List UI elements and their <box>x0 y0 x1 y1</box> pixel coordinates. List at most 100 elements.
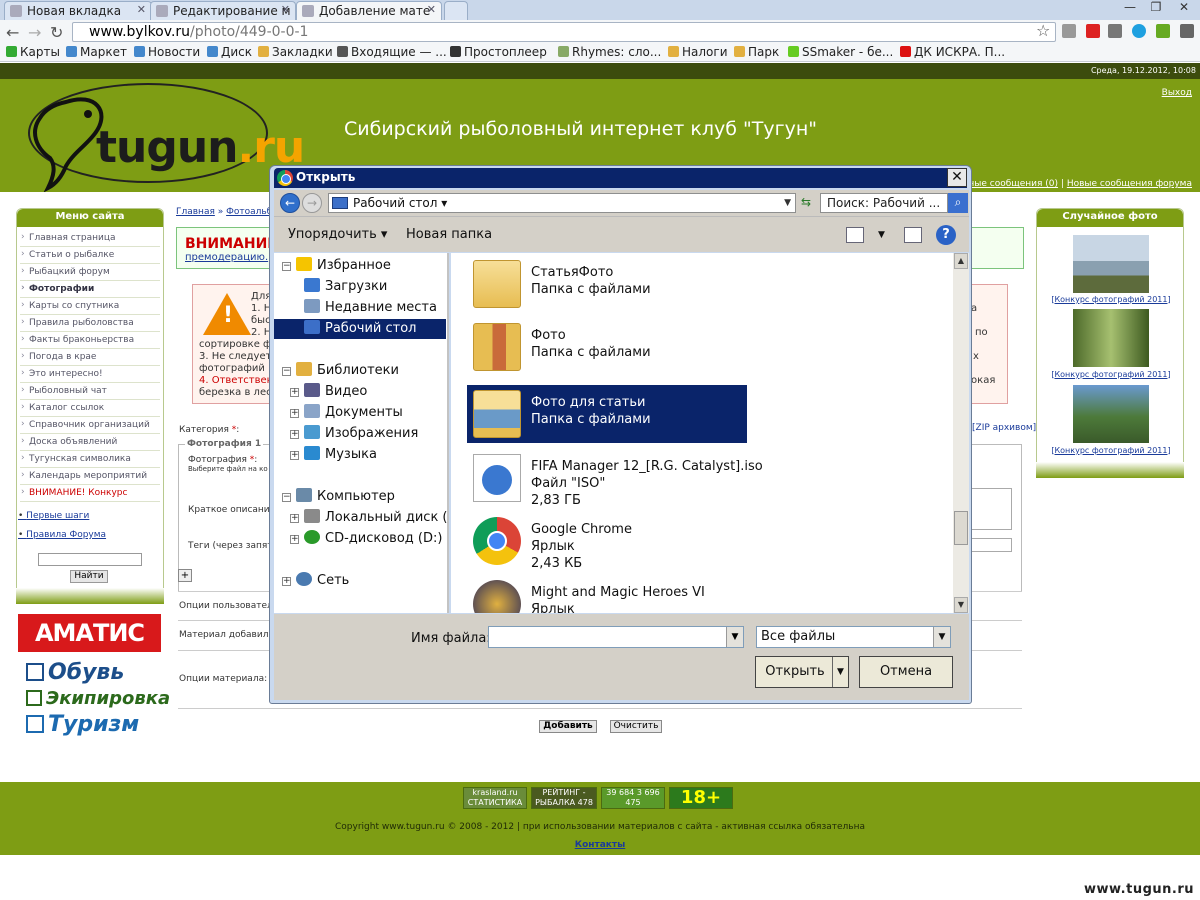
window-close-button[interactable]: ✕ <box>1170 0 1198 14</box>
expand-icon[interactable]: + <box>290 409 299 418</box>
menu-item[interactable]: Карты со спутника <box>20 298 160 315</box>
menu-item[interactable]: Погода в крае <box>20 349 160 366</box>
skype-icon[interactable] <box>1132 24 1146 38</box>
forum-rules-link[interactable]: Правила Форума <box>18 530 106 540</box>
first-steps-link[interactable]: Первые шаги <box>18 511 89 521</box>
photo-caption[interactable]: [Конкурс фотографий 2011] <box>1037 370 1185 379</box>
bookmark-folder[interactable]: Налоги <box>668 45 728 59</box>
nav-downloads[interactable]: Загрузки <box>304 277 387 297</box>
bookmark-item[interactable]: Входящие — ... <box>337 45 447 59</box>
file-item-folder[interactable]: Фото Папка с файлами <box>467 318 747 376</box>
forward-arrow-icon[interactable]: → <box>28 23 41 42</box>
menu-item[interactable]: Рыбацкий форум <box>20 264 160 281</box>
menu-item[interactable]: Справочник организаций <box>20 417 160 434</box>
menu-item[interactable]: Каталог ссылок <box>20 400 160 417</box>
chevron-down-icon[interactable]: ▼ <box>933 627 950 647</box>
nav-video[interactable]: Видео <box>304 382 367 402</box>
tab-close-icon[interactable]: ✕ <box>137 3 146 16</box>
file-item-folder[interactable]: СтатьяФото Папка с файлами <box>467 255 747 313</box>
expand-icon[interactable]: + <box>290 388 299 397</box>
nav-recent-places[interactable]: Недавние места <box>304 298 437 318</box>
extension-icon[interactable] <box>1108 24 1122 38</box>
nav-network[interactable]: Сеть <box>296 571 349 591</box>
menu-item[interactable]: Доска объявлений <box>20 434 160 451</box>
nav-cd-drive[interactable]: CD-дисковод (D:) Ме <box>304 529 447 549</box>
counter-badge[interactable]: krasland.ru СТАТИСТИКА <box>463 787 527 809</box>
add-material-button[interactable]: Добавить <box>539 720 597 733</box>
logout-link[interactable]: Выход <box>1162 88 1192 98</box>
photo-caption[interactable]: [Конкурс фотографий 2011] <box>1037 295 1185 304</box>
minimize-button[interactable]: — <box>1116 0 1144 14</box>
refresh-icon[interactable]: ⇆ <box>796 193 816 213</box>
expand-icon[interactable]: + <box>290 514 299 523</box>
menu-item[interactable]: Факты браконьерства <box>20 332 160 349</box>
maximize-button[interactable]: ❐ <box>1142 0 1170 14</box>
random-photo-1[interactable] <box>1073 235 1149 293</box>
random-photo-3[interactable] <box>1073 385 1149 443</box>
cancel-button[interactable]: Отмена <box>859 656 953 688</box>
menu-item[interactable]: Правила рыболовства <box>20 315 160 332</box>
expand-icon[interactable]: + <box>290 451 299 460</box>
menu-item[interactable]: Главная страница <box>20 230 160 247</box>
bookmark-folder[interactable]: Парк <box>734 45 779 59</box>
speaker-icon[interactable] <box>1062 24 1076 38</box>
nav-documents[interactable]: Документы <box>304 403 403 423</box>
dialog-search-input[interactable]: Поиск: Рабочий ... <box>820 193 948 213</box>
zip-link[interactable]: [ZIP архивом] <box>972 423 1036 433</box>
ad-line-shoes[interactable]: Обувь <box>26 660 124 685</box>
bookmark-item[interactable]: Маркет <box>66 45 127 59</box>
chevron-down-icon[interactable]: ▼ <box>784 194 791 212</box>
clear-button[interactable]: Очистить <box>610 720 662 733</box>
random-photo-2[interactable] <box>1073 309 1149 367</box>
nav-computer[interactable]: Компьютер <box>296 487 395 507</box>
file-item-iso[interactable]: FIFA Manager 12_[R.G. Catalyst].iso Файл… <box>467 449 763 509</box>
collapse-icon[interactable]: − <box>282 262 291 271</box>
bookmark-item[interactable]: ДК ИСКРА. П... <box>900 45 1005 59</box>
file-item-folder-selected[interactable]: Фото для статьи Папка с файлами <box>467 385 747 443</box>
back-arrow-icon[interactable]: ← <box>280 193 300 213</box>
bookmark-item[interactable]: Простоплеер <box>450 45 547 59</box>
menu-item[interactable]: Тугунская символика <box>20 451 160 468</box>
nav-libraries[interactable]: Библиотеки <box>296 361 399 381</box>
new-folder-button[interactable]: Новая папка <box>406 227 492 242</box>
open-button[interactable]: Открыть ▼ <box>755 656 849 688</box>
nav-local-disk[interactable]: Локальный диск (C:) <box>304 508 447 528</box>
menu-item[interactable]: Это интересно! <box>20 366 160 383</box>
site-search-input[interactable] <box>38 553 142 566</box>
new-tab-button[interactable] <box>444 1 468 20</box>
forward-arrow-icon[interactable]: → <box>302 193 322 213</box>
browser-tab-edit[interactable]: Редактирование м ✕ <box>150 1 296 20</box>
collapse-icon[interactable]: − <box>282 367 291 376</box>
file-item-shortcut[interactable]: Google Chrome Ярлык 2,43 КБ <box>467 512 747 572</box>
expand-icon[interactable]: + <box>290 535 299 544</box>
chevron-down-icon[interactable]: ▼ <box>878 230 885 240</box>
file-item-shortcut[interactable]: Might and Magic Heroes VI Ярлык <box>467 575 747 613</box>
download-icon[interactable] <box>1156 24 1170 38</box>
site-search-button[interactable]: Найти <box>70 570 108 583</box>
extension-icon[interactable] <box>1086 24 1100 38</box>
file-list-scrollbar[interactable]: ▲ ▼ <box>953 253 969 613</box>
new-forum-messages-link[interactable]: Новые сообщения форума <box>1067 179 1192 189</box>
nav-favorites[interactable]: Избранное <box>296 256 391 276</box>
nav-music[interactable]: Музыка <box>304 445 377 465</box>
back-arrow-icon[interactable]: ← <box>6 23 19 42</box>
scroll-down-icon[interactable]: ▼ <box>954 597 968 613</box>
photo-caption[interactable]: [Конкурс фотографий 2011] <box>1037 446 1185 455</box>
amatis-banner[interactable]: АМАТИС <box>18 614 161 652</box>
filename-input[interactable]: ▼ <box>488 626 744 648</box>
counter-badge[interactable]: РЕЙТИНГ - РЫБАЛКА 478 2057 <box>531 787 597 809</box>
url-input[interactable]: www.bylkov.ru/photo/449-0-0-1 <box>72 22 1056 42</box>
tab-close-icon[interactable]: ✕ <box>427 3 436 16</box>
contacts-link[interactable]: Контакты <box>0 840 1200 850</box>
nav-desktop[interactable]: Рабочий стол <box>274 319 446 339</box>
bookmark-item[interactable]: Rhymes: сло... <box>558 45 661 59</box>
bookmark-item[interactable]: Карты <box>6 45 60 59</box>
dialog-close-button[interactable]: ✕ <box>947 168 967 187</box>
private-messages-link[interactable]: ичные сообщения (0) <box>957 179 1058 189</box>
collapse-icon[interactable]: − <box>282 493 291 502</box>
expand-icon[interactable]: + <box>282 577 291 586</box>
menu-item-contest[interactable]: ВНИМАНИЕ! Конкурс <box>20 485 160 502</box>
view-options-icon[interactable] <box>846 227 864 243</box>
bookmark-item[interactable]: Новости <box>134 45 200 59</box>
scroll-up-icon[interactable]: ▲ <box>954 253 968 269</box>
